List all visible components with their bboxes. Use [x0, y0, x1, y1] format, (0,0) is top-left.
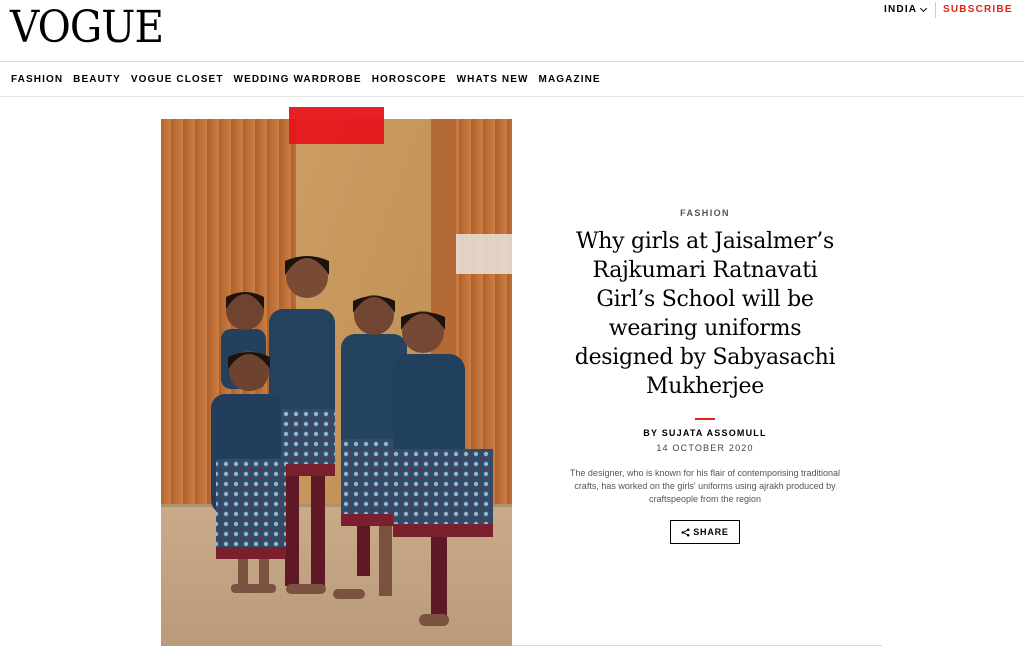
chevron-down-icon — [920, 4, 928, 12]
nav-item-magazine[interactable]: MAGAZINE — [539, 74, 601, 85]
accent-divider — [695, 418, 715, 420]
section-divider — [512, 645, 882, 646]
nav-item-beauty[interactable]: BEAUTY — [73, 74, 121, 85]
region-selector[interactable]: INDIA — [884, 4, 928, 15]
share-icon — [681, 528, 690, 536]
article-date: 14 OCTOBER 2020 — [656, 443, 754, 453]
nav-item-fashion[interactable]: FASHION — [11, 74, 63, 85]
nav-item-whats-new[interactable]: WHATS NEW — [457, 74, 529, 85]
red-accent-block — [289, 107, 384, 144]
article-byline[interactable]: BY SUJATA ASSOMULL — [560, 428, 850, 438]
article-category[interactable]: FASHION — [560, 208, 850, 218]
article-teaser: FASHION Why girls at Jaisalmer’s Rajkuma… — [560, 200, 850, 544]
main-nav: FASHION BEAUTY VOGUE CLOSET WEDDING WARD… — [0, 62, 1024, 97]
nav-item-vogue-closet[interactable]: VOGUE CLOSET — [131, 74, 224, 85]
header-divider — [935, 2, 936, 18]
article-headline[interactable]: Why girls at Jaisalmer’s Rajkumari Ratna… — [560, 227, 850, 401]
site-header: VOGUE INDIA SUBSCRIBE — [0, 0, 1024, 62]
article-summary: The designer, who is known for his flair… — [569, 468, 841, 504]
region-label: INDIA — [884, 4, 918, 15]
share-button[interactable]: SHARE — [670, 520, 740, 544]
subscribe-link[interactable]: SUBSCRIBE — [943, 4, 1013, 15]
photo-girls-in-uniforms-icon — [161, 119, 512, 646]
vogue-logo[interactable]: VOGUE — [10, 6, 164, 50]
hero-image[interactable] — [161, 119, 512, 646]
nav-item-horoscope[interactable]: HOROSCOPE — [372, 74, 447, 85]
nav-item-wedding-wardrobe[interactable]: WEDDING WARDROBE — [234, 74, 362, 85]
share-label: SHARE — [693, 527, 729, 537]
